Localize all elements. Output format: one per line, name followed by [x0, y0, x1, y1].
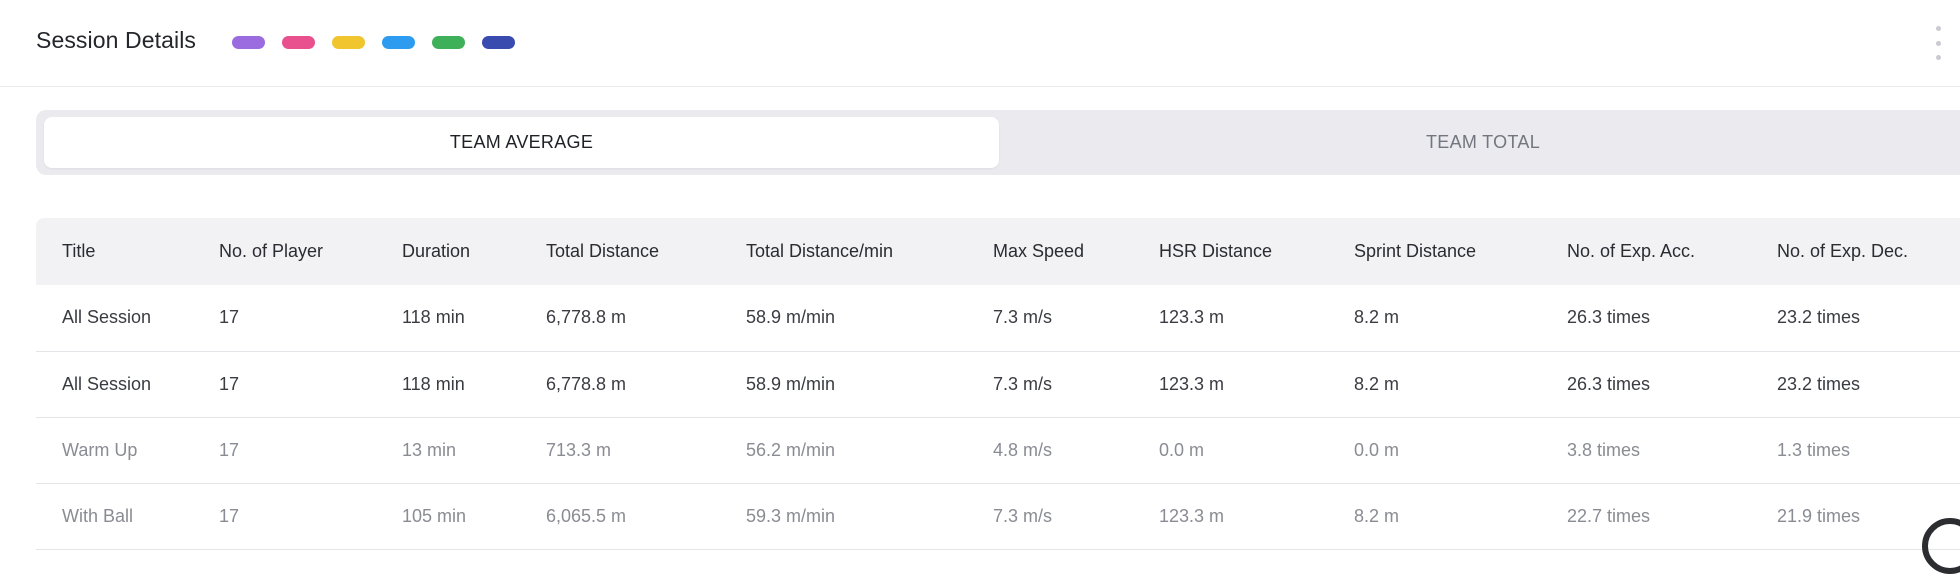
table-row[interactable]: Warm Up 17 13 min 713.3 m 56.2 m/min 4.8… — [36, 417, 1960, 483]
tag-pill-indigo[interactable] — [482, 36, 515, 49]
tag-pill-blue[interactable] — [382, 36, 415, 49]
cell-title: All Session — [62, 373, 152, 394]
card-title: Session Details — [36, 27, 197, 53]
column-header[interactable]: No. of Player — [193, 218, 376, 285]
cell-total-distance: 6,778.8 m — [546, 373, 627, 394]
session-tag-pills — [232, 36, 515, 49]
cell-max-speed: 7.3 m/s — [993, 505, 1053, 526]
cell-distance-per-min: 59.3 m/min — [746, 505, 836, 526]
cell-sprint-distance: 8.2 m — [1354, 505, 1400, 526]
cell-players: 17 — [219, 373, 240, 394]
cell-hsr-distance: 123.3 m — [1159, 307, 1225, 328]
cell-max-speed: 4.8 m/s — [993, 439, 1053, 460]
cell-duration: 13 min — [402, 439, 457, 460]
cell-distance-per-min: 56.2 m/min — [746, 439, 836, 460]
column-header[interactable]: Sprint Distance — [1328, 218, 1541, 285]
cell-exp-acc: 3.8 times — [1567, 439, 1641, 460]
session-table: Title No. of Player Duration Total Dista… — [36, 218, 1960, 550]
cell-duration: 118 min — [402, 373, 465, 394]
cell-hsr-distance: 123.3 m — [1159, 505, 1225, 526]
tag-pill-purple[interactable] — [232, 36, 265, 49]
cell-title: Warm Up — [62, 439, 138, 460]
column-header[interactable]: No. of Exp. Acc. — [1541, 218, 1751, 285]
cell-distance-per-min: 58.9 m/min — [746, 307, 836, 328]
column-header[interactable]: HSR Distance — [1133, 218, 1328, 285]
column-header[interactable]: Max Speed — [967, 218, 1133, 285]
column-header[interactable]: Total Distance — [520, 218, 720, 285]
more-options-icon[interactable] — [1934, 26, 1942, 60]
tag-pill-pink[interactable] — [282, 36, 315, 49]
cell-duration: 118 min — [402, 307, 465, 328]
column-header[interactable]: No. of Exp. Dec. — [1751, 218, 1960, 285]
cell-sprint-distance: 8.2 m — [1354, 307, 1400, 328]
tag-pill-yellow[interactable] — [332, 36, 365, 49]
cell-exp-dec: 23.2 times — [1777, 373, 1861, 394]
cell-title: All Session — [62, 307, 152, 328]
cell-exp-acc: 26.3 times — [1567, 307, 1651, 328]
cell-players: 17 — [219, 439, 240, 460]
cell-players: 17 — [219, 307, 240, 328]
table-row[interactable]: All Session 17 118 min 6,778.8 m 58.9 m/… — [36, 285, 1960, 351]
column-header[interactable]: Total Distance/min — [720, 218, 967, 285]
cell-exp-acc: 22.7 times — [1567, 505, 1651, 526]
cell-hsr-distance: 0.0 m — [1159, 439, 1205, 460]
cell-sprint-distance: 8.2 m — [1354, 373, 1400, 394]
cell-exp-dec: 1.3 times — [1777, 439, 1851, 460]
cell-distance-per-min: 58.9 m/min — [746, 373, 836, 394]
cell-exp-acc: 26.3 times — [1567, 373, 1651, 394]
cell-total-distance: 6,065.5 m — [546, 505, 627, 526]
cell-players: 17 — [219, 505, 240, 526]
cell-exp-dec: 23.2 times — [1777, 307, 1861, 328]
cell-total-distance: 6,778.8 m — [546, 307, 627, 328]
tab-team-average[interactable]: TEAM AVERAGE — [44, 117, 999, 168]
tab-team-total[interactable]: TEAM TOTAL — [1006, 117, 1960, 168]
cell-duration: 105 min — [402, 505, 467, 526]
column-header[interactable]: Duration — [376, 218, 520, 285]
column-header[interactable]: Title — [36, 218, 193, 285]
table-header-row: Title No. of Player Duration Total Dista… — [36, 218, 1960, 285]
cell-sprint-distance: 0.0 m — [1354, 439, 1400, 460]
cell-max-speed: 7.3 m/s — [993, 373, 1053, 394]
table-row[interactable]: All Session 17 118 min 6,778.8 m 58.9 m/… — [36, 351, 1960, 417]
session-details-card: Session Details TEAM AVERAGE TEAM TOTAL … — [0, 0, 1960, 574]
cell-total-distance: 713.3 m — [546, 439, 612, 460]
aggregation-toggle: TEAM AVERAGE TEAM TOTAL — [36, 110, 1960, 175]
card-header: Session Details — [0, 0, 1960, 87]
cell-max-speed: 7.3 m/s — [993, 307, 1053, 328]
tag-pill-green[interactable] — [432, 36, 465, 49]
table-row[interactable]: With Ball 17 105 min 6,065.5 m 59.3 m/mi… — [36, 483, 1960, 549]
cell-hsr-distance: 123.3 m — [1159, 373, 1225, 394]
cell-title: With Ball — [62, 505, 134, 526]
